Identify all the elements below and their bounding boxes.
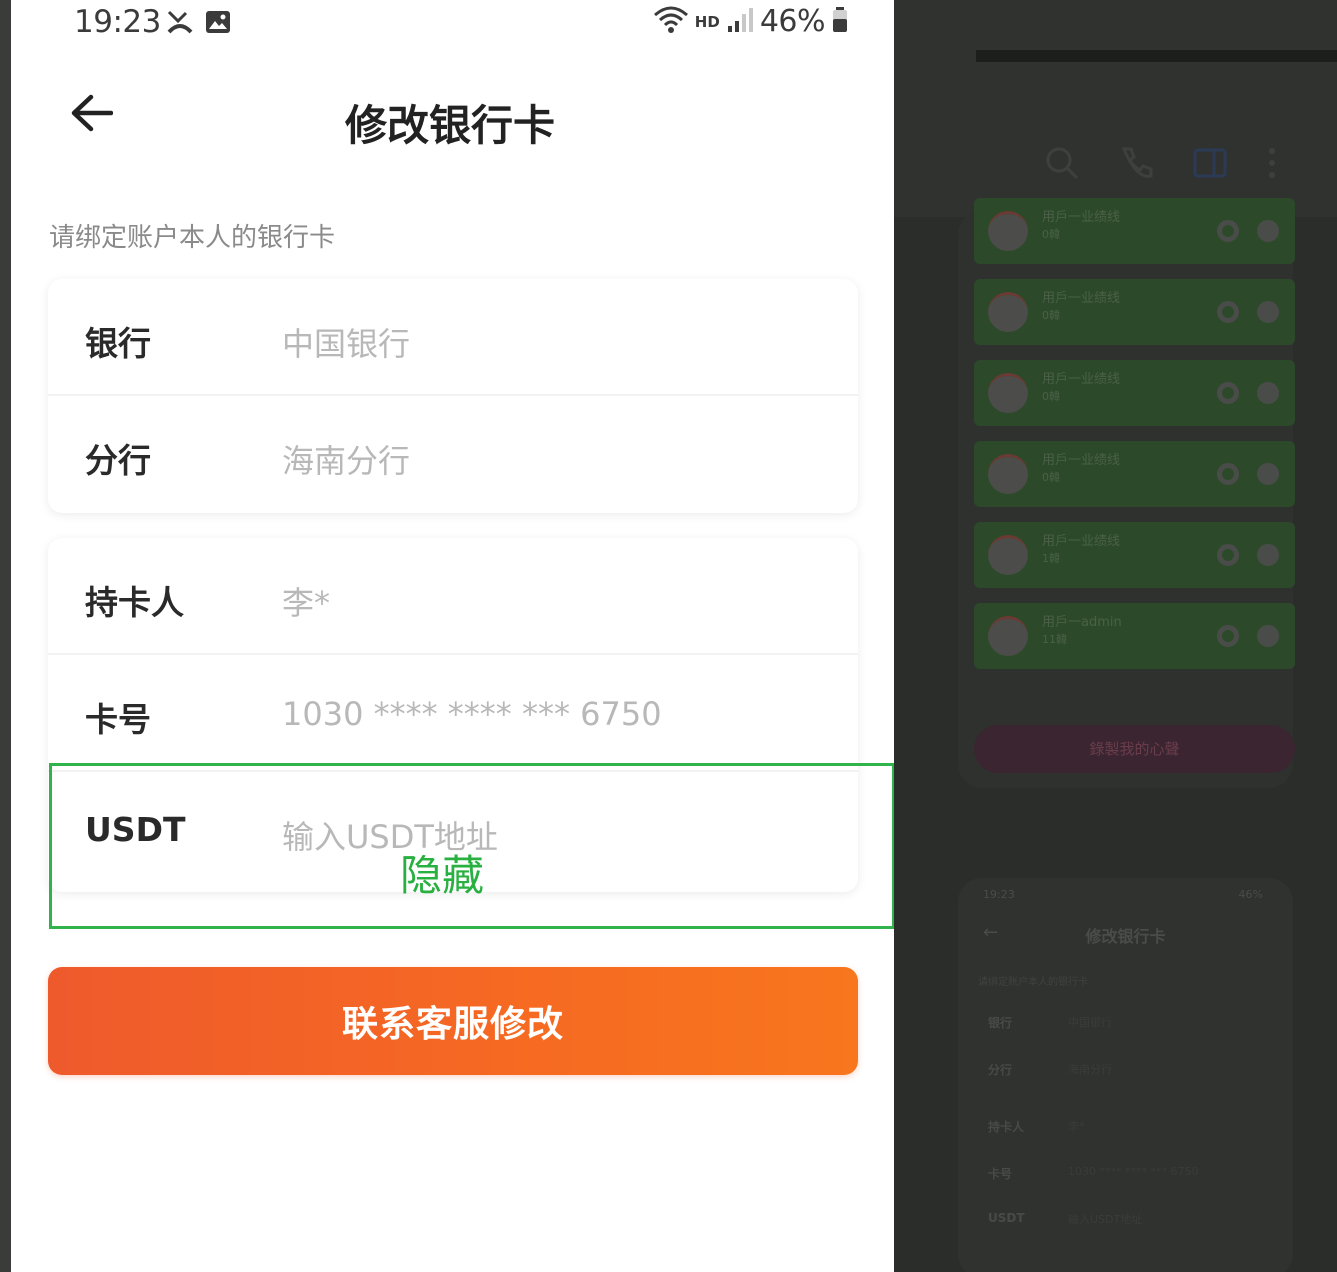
card-number-row[interactable]: 卡号 1030 **** **** *** 6750 (48, 655, 858, 772)
left-edge-strip (0, 0, 11, 1272)
branch-label: 分行 (85, 441, 151, 480)
holder-row[interactable]: 持卡人 李* (48, 538, 858, 655)
bank-row[interactable]: 银行 中国银行 (48, 279, 858, 396)
bank-value: 中国银行 (282, 325, 411, 363)
more-icon (1266, 145, 1278, 185)
phone-screen: 19:23 HD 46% 修改银行卡 请绑定账户本人的银行卡 银行 中国银行 分… (11, 0, 895, 1272)
branch-value: 海南分行 (282, 442, 411, 480)
card-number-value: 1030 **** **** *** 6750 (282, 695, 662, 733)
panel-icon (1192, 145, 1228, 185)
list-item: 用戶一业绩线 1韓 (974, 522, 1295, 588)
search-icon (1044, 145, 1080, 185)
battery-icon (831, 6, 849, 38)
contact-support-button[interactable]: 联系客服修改 (48, 967, 858, 1075)
card-number-label: 卡号 (85, 700, 151, 739)
mini-preview: 19:23 46% ← 修改银行卡 请绑定账户本人的银行卡 银行 中国银行 分行… (958, 878, 1293, 1272)
avatar (988, 373, 1028, 413)
branch-row[interactable]: 分行 海南分行 (48, 396, 858, 513)
avatar (988, 292, 1028, 332)
gallery-icon (204, 8, 232, 40)
bind-hint-text: 请绑定账户本人的银行卡 (49, 223, 336, 253)
holder-value: 李* (282, 584, 331, 622)
missed-call-icon (166, 8, 194, 40)
record-button: 錄製我的心聲 (974, 725, 1295, 773)
battery-percent: 46% (759, 4, 826, 39)
list-item: 用戶一业绩线 0韓 (974, 441, 1295, 507)
list-item: 用戶一业绩线 0韓 (974, 279, 1295, 345)
avatar (988, 535, 1028, 575)
bank-info-card: 银行 中国银行 分行 海南分行 (48, 279, 858, 513)
holder-label: 持卡人 (85, 583, 184, 622)
phone-icon (1118, 145, 1154, 185)
bank-label: 银行 (85, 324, 151, 363)
status-time: 19:23 (74, 4, 161, 40)
signal-icon (726, 6, 754, 38)
background-app: 用戶一业绩线 0韓 用戶一业绩线 0韓 用戶一业绩线 0韓 用戶一业绩线 0韓 … (894, 0, 1337, 1272)
top-nav: 修改银行卡 (11, 70, 894, 160)
page-title: 修改银行卡 (344, 101, 555, 150)
hd-badge: HD (694, 12, 720, 31)
list-item: 用戶一admin 11韓 (974, 603, 1295, 669)
wifi-icon (653, 5, 689, 39)
avatar (988, 616, 1028, 656)
annotation-label: 隐藏 (400, 851, 485, 900)
list-item: 用戶一业绩线 0韓 (974, 360, 1295, 426)
avatar (988, 211, 1028, 251)
list-item: 用戶一业绩线 0韓 (974, 198, 1295, 264)
status-bar: 19:23 HD 46% (11, 0, 894, 50)
contact-support-label: 联系客服修改 (341, 1004, 564, 1045)
avatar (988, 454, 1028, 494)
